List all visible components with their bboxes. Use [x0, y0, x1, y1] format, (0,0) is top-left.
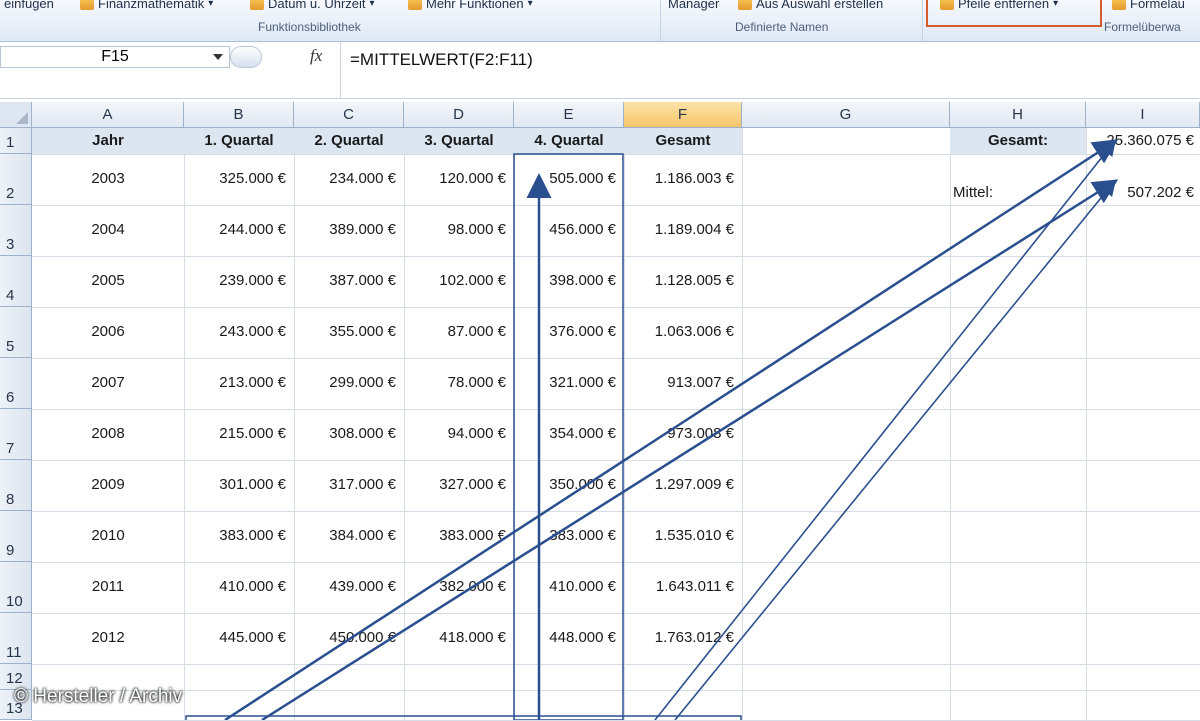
trace-arrow [674, 179, 1117, 720]
trace-arrows-layer [185, 139, 1119, 720]
image-credit: © Hersteller / Archiv [14, 686, 183, 707]
trace-arrow [654, 139, 1116, 720]
trace-arrow [261, 179, 1119, 720]
precedent-range-box [513, 153, 624, 720]
trace-arrow [224, 139, 1119, 720]
